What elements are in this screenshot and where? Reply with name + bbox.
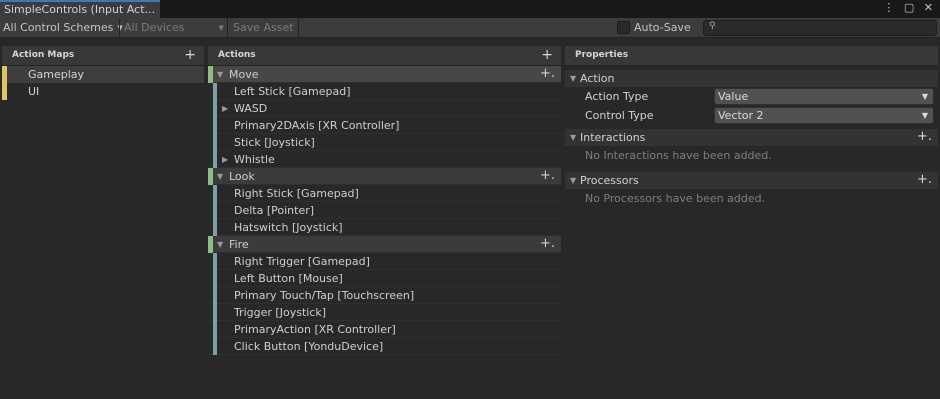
control-scheme-dropdown[interactable]: All Control Schemes ▼ — [3, 20, 123, 36]
toolbar-divider — [119, 18, 120, 38]
search-input[interactable]: ⚲ — [703, 20, 937, 36]
devices-dropdown[interactable]: All Devices ▼ — [124, 20, 224, 36]
processors-empty-message: No Processors have been added. — [585, 192, 766, 205]
section-label: Interactions — [580, 131, 646, 144]
add-binding-icon[interactable]: +. — [540, 235, 555, 252]
add-action-button[interactable]: + — [541, 46, 553, 64]
control-scheme-label: All Control Schemes — [3, 21, 114, 34]
expanded-triangle-icon[interactable]: ▼ — [217, 236, 223, 253]
binding-label: Primary2DAxis [XR Controller] — [234, 119, 400, 132]
control-type-dropdown[interactable]: Vector 2 ▼ — [714, 107, 934, 124]
binding-item[interactable]: Left Stick [Gamepad] — [208, 83, 561, 100]
chevron-down-icon: ▼ — [921, 111, 928, 120]
action-section-header[interactable]: ▼ Action — [565, 70, 938, 87]
add-interaction-button[interactable]: +. — [917, 128, 932, 145]
binding-label: Right Stick [Gamepad] — [234, 187, 359, 200]
expanded-triangle-icon[interactable]: ▼ — [570, 172, 576, 189]
toolbar-divider — [298, 18, 299, 38]
binding-item[interactable]: Left Button [Mouse] — [208, 270, 561, 287]
binding-label: Whistle — [234, 153, 275, 166]
composite-binding-item[interactable]: ▶ WASD — [208, 100, 561, 117]
binding-item[interactable]: Primary2DAxis [XR Controller] — [208, 117, 561, 134]
binding-label: WASD — [234, 102, 268, 115]
window-tab[interactable]: SimpleControls (Input Act... — [0, 0, 160, 18]
action-map-item-gameplay[interactable]: Gameplay — [2, 66, 204, 83]
action-type-row: Action Type Value ▼ — [565, 87, 938, 106]
properties-panel: Properties ▼ Action Action Type Value ▼ … — [565, 46, 938, 399]
expanded-triangle-icon[interactable]: ▼ — [570, 129, 576, 146]
section-label: Processors — [580, 174, 639, 187]
processors-section-header[interactable]: ▼ Processors +. — [565, 172, 938, 189]
action-type-value: Value — [718, 90, 749, 103]
section-label: Action — [580, 72, 615, 85]
binding-item[interactable]: Right Stick [Gamepad] — [208, 185, 561, 202]
binding-label: PrimaryAction [XR Controller] — [234, 323, 396, 336]
interactions-empty-message: No Interactions have been added. — [585, 149, 772, 162]
add-binding-icon[interactable]: +. — [540, 65, 555, 82]
control-type-value: Vector 2 — [718, 109, 764, 122]
toolbar: All Control Schemes ▼ All Devices ▼ Save A… — [0, 18, 940, 38]
add-processor-button[interactable]: +. — [917, 171, 932, 188]
binding-label: Right Trigger [Gamepad] — [234, 255, 370, 268]
action-label: Look — [229, 170, 255, 183]
add-action-map-button[interactable]: + — [184, 46, 196, 64]
collapsed-triangle-icon[interactable]: ▶ — [222, 151, 228, 168]
devices-label: All Devices — [124, 21, 185, 34]
action-maps-title: Action Maps — [12, 50, 75, 60]
tab-bar: SimpleControls (Input Act... ⋮ ▢ ✕ — [0, 0, 940, 18]
actions-panel: Actions + ▼ Move +. Left Stick [Gamepad]… — [208, 46, 561, 399]
binding-label: Primary Touch/Tap [Touchscreen] — [234, 289, 415, 302]
action-map-item-ui[interactable]: UI — [2, 83, 204, 100]
binding-item[interactable]: Hatswitch [Joystick] — [208, 219, 561, 236]
binding-label: Stick [Joystick] — [234, 136, 315, 149]
control-type-label: Control Type — [585, 109, 654, 122]
binding-item[interactable]: Right Trigger [Gamepad] — [208, 253, 561, 270]
expanded-triangle-icon[interactable]: ▼ — [570, 70, 576, 87]
actions-title: Actions — [218, 50, 256, 60]
composite-binding-item[interactable]: ▶ Whistle — [208, 151, 561, 168]
chevron-down-icon: ▼ — [921, 92, 928, 101]
binding-label: Click Button [YonduDevice] — [234, 340, 384, 353]
add-binding-icon[interactable]: +. — [540, 167, 555, 184]
toolbar-divider — [227, 18, 228, 38]
binding-item[interactable]: PrimaryAction [XR Controller] — [208, 321, 561, 338]
action-item-fire[interactable]: ▼ Fire +. — [208, 236, 561, 253]
properties-body: ▼ Action Action Type Value ▼ Control Typ… — [565, 65, 938, 399]
binding-label: Left Button [Mouse] — [234, 272, 343, 285]
binding-label: Left Stick [Gamepad] — [234, 85, 351, 98]
properties-title: Properties — [575, 50, 629, 60]
binding-item[interactable]: Click Button [YonduDevice] — [208, 338, 561, 355]
binding-item[interactable]: Stick [Joystick] — [208, 134, 561, 151]
save-asset-button[interactable]: Save Asset — [233, 20, 294, 36]
action-maps-header: Action Maps + — [2, 46, 204, 65]
action-type-dropdown[interactable]: Value ▼ — [714, 88, 934, 105]
interactions-section-header[interactable]: ▼ Interactions +. — [565, 129, 938, 146]
properties-header: Properties — [565, 46, 938, 65]
window-controls[interactable]: ⋮ ▢ ✕ — [883, 1, 936, 14]
auto-save-checkbox[interactable] — [617, 21, 630, 34]
control-type-row: Control Type Vector 2 ▼ — [565, 106, 938, 125]
action-maps-list: Gameplay UI — [2, 65, 204, 399]
action-label: Fire — [229, 238, 249, 251]
action-item-look[interactable]: ▼ Look +. — [208, 168, 561, 185]
expanded-triangle-icon[interactable]: ▼ — [217, 66, 223, 83]
expanded-triangle-icon[interactable]: ▼ — [217, 168, 223, 185]
binding-item[interactable]: Trigger [Joystick] — [208, 304, 561, 321]
action-item-move[interactable]: ▼ Move +. — [208, 66, 561, 83]
binding-item[interactable]: Primary Touch/Tap [Touchscreen] — [208, 287, 561, 304]
action-maps-panel: Action Maps + Gameplay UI — [2, 46, 204, 399]
action-label: Move — [229, 68, 259, 81]
search-icon: ⚲ — [709, 21, 716, 31]
chevron-down-icon: ▼ — [218, 24, 224, 32]
auto-save-label: Auto-Save — [634, 21, 691, 34]
binding-item[interactable]: Delta [Pointer] — [208, 202, 561, 219]
actions-tree: ▼ Move +. Left Stick [Gamepad] ▶ WASD Pr… — [208, 65, 561, 399]
binding-label: Hatswitch [Joystick] — [234, 221, 343, 234]
actions-header: Actions + — [208, 46, 561, 65]
binding-label: Trigger [Joystick] — [234, 306, 327, 319]
collapsed-triangle-icon[interactable]: ▶ — [222, 100, 228, 117]
binding-label: Delta [Pointer] — [234, 204, 315, 217]
action-type-label: Action Type — [585, 90, 649, 103]
